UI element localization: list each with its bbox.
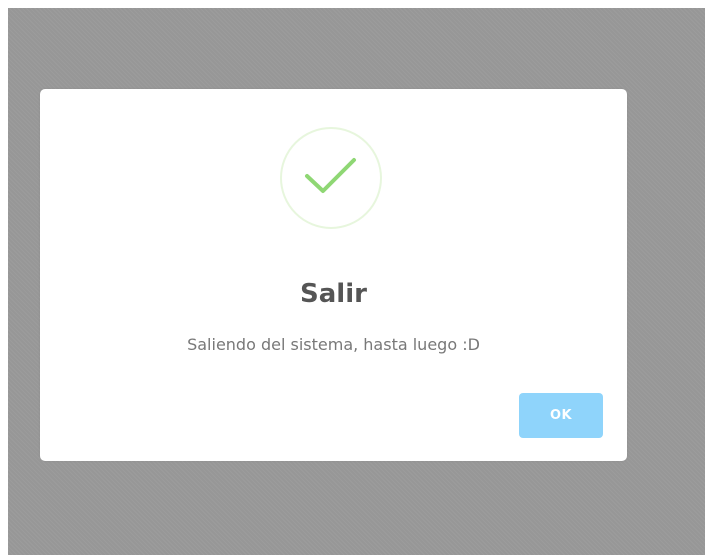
- alert-dialog: Salir Saliendo del sistema, hasta luego …: [40, 89, 627, 461]
- dialog-title: Salir: [300, 279, 367, 309]
- dialog-message: Saliendo del sistema, hasta luego :D: [187, 335, 480, 354]
- ok-button[interactable]: OK: [519, 393, 603, 438]
- checkmark-icon: [305, 158, 356, 193]
- success-icon-ring: [280, 127, 382, 229]
